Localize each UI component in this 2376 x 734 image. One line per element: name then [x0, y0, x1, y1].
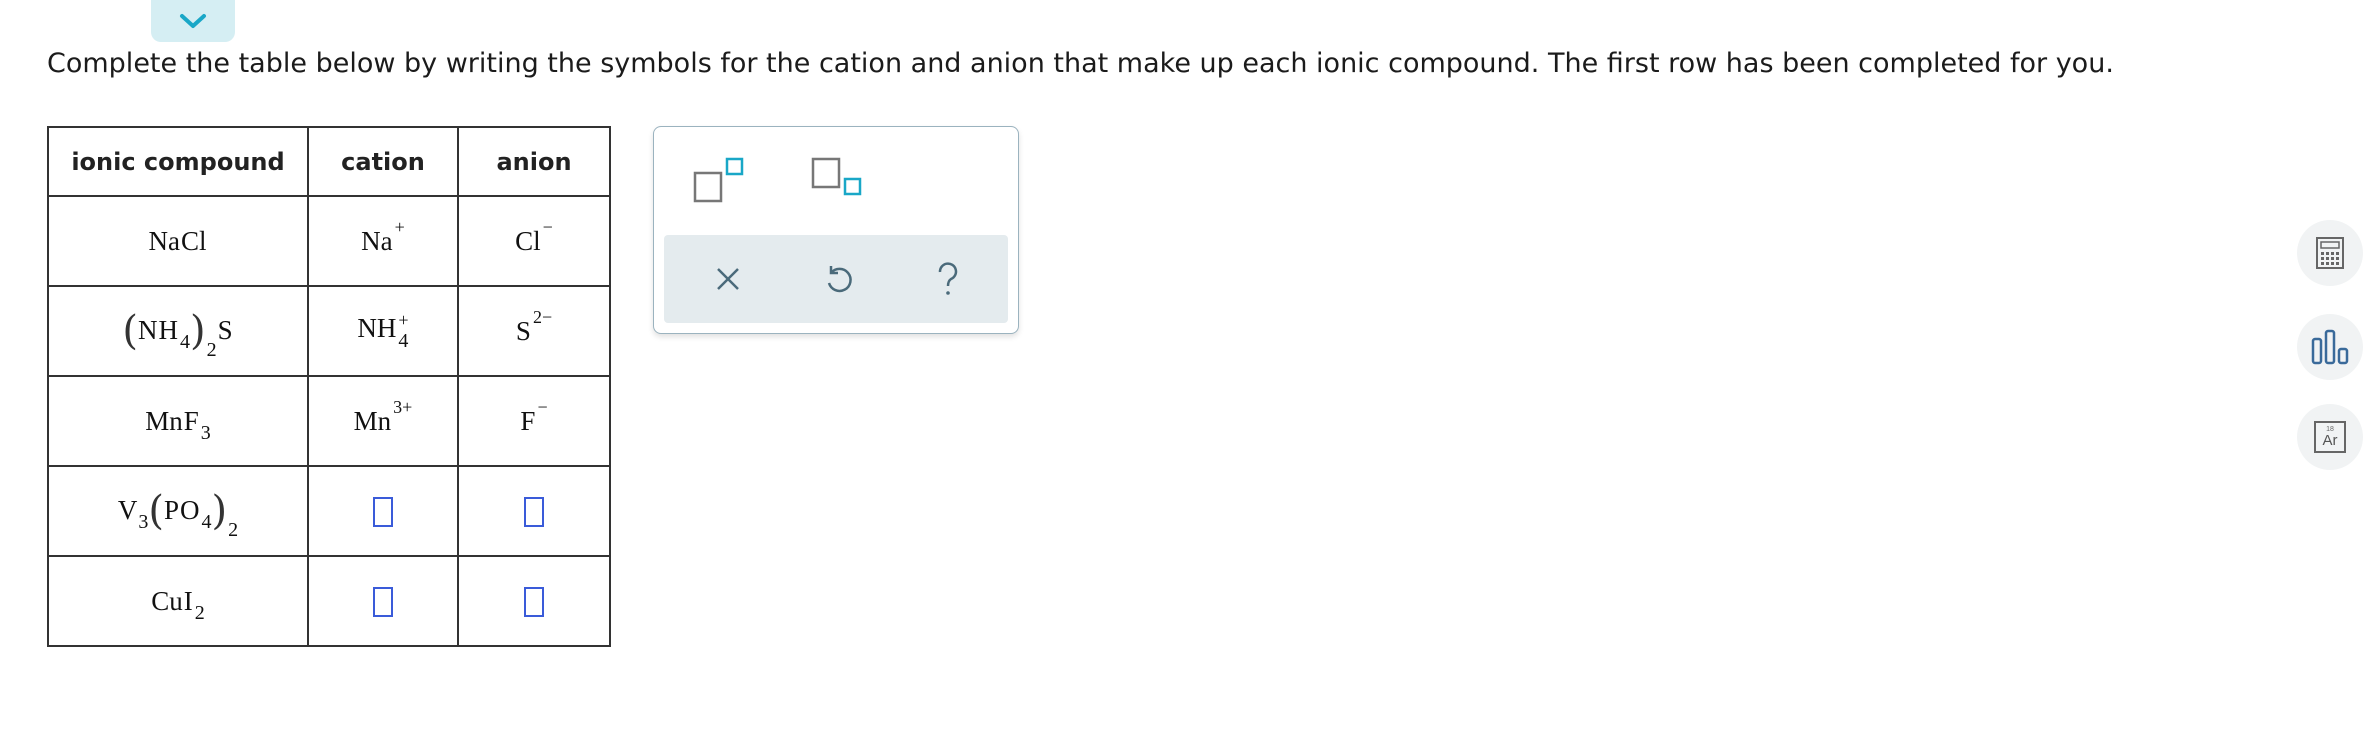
compound-cell: (NH 4)2S [47, 285, 309, 377]
cation-cell: Na + [307, 195, 459, 287]
compound-formula: NaCl [148, 225, 207, 256]
compound-formula: CuI 2 [151, 585, 205, 624]
help-button[interactable] [928, 259, 968, 299]
anion-cell: Cl − [457, 195, 611, 287]
calculator-icon [2316, 237, 2344, 269]
cation-formula: Na + [361, 216, 405, 256]
superscript-button[interactable] [692, 157, 748, 208]
cation-cell [307, 555, 459, 647]
undo-button[interactable] [818, 259, 858, 299]
anion-formula: Cl − [515, 216, 553, 256]
table-row: (NH 4)2S NH +4 S 2− [47, 285, 611, 377]
header-cation: cation [307, 126, 459, 197]
subscript-button[interactable] [810, 157, 866, 208]
cation-cell [307, 465, 459, 557]
cation-answer-input[interactable] [373, 587, 393, 618]
collapse-tab[interactable] [151, 0, 235, 42]
compound-formula: V3(PO 4)2 [117, 488, 239, 541]
clear-button[interactable] [708, 259, 748, 299]
compound-cell: CuI 2 [47, 555, 309, 647]
cation-formula: NH +4 [357, 310, 409, 352]
help-icon [938, 262, 958, 295]
cation-cell: Mn 3+ [307, 375, 459, 467]
palette-toolbar [664, 235, 1008, 323]
superscript-icon [693, 157, 744, 203]
anion-cell [457, 465, 611, 557]
header-ionic-compound: ionic compound [47, 126, 309, 197]
compound-cell: NaCl [47, 195, 309, 287]
chevron-down-icon [180, 14, 206, 28]
compound-formula: MnF 3 [145, 405, 211, 444]
table-row: NaCl Na + Cl − [47, 195, 611, 287]
periodic-table-icon: 18 Ar [2314, 421, 2346, 453]
cation-formula: Mn 3+ [353, 396, 413, 436]
anion-answer-input[interactable] [524, 497, 544, 528]
compound-cell: V3(PO 4)2 [47, 465, 309, 557]
chart-icon [2311, 329, 2349, 365]
undo-icon [827, 266, 852, 293]
instructions-text: Complete the table below by writing the … [47, 48, 2114, 79]
periodic-table-button[interactable]: 18 Ar [2297, 404, 2363, 470]
subscript-icon [811, 157, 862, 196]
table-header-row: ionic compound cation anion [47, 126, 611, 197]
anion-cell: S 2− [457, 285, 611, 377]
anion-formula: F − [520, 396, 548, 436]
anion-formula: S 2− [515, 306, 553, 346]
cation-answer-input[interactable] [373, 497, 393, 528]
cation-cell: NH +4 [307, 285, 459, 377]
chart-button[interactable] [2297, 314, 2363, 380]
anion-cell [457, 555, 611, 647]
calculator-button[interactable] [2297, 220, 2363, 286]
table-row: CuI 2 [47, 555, 611, 647]
compound-formula: (NH 4)2S [122, 308, 233, 361]
table-row: MnF 3 Mn 3+ F − [47, 375, 611, 467]
ionic-compound-table: ionic compound cation anion NaCl Na + Cl − [47, 126, 611, 647]
table-row: V3(PO 4)2 [47, 465, 611, 557]
clear-icon [717, 268, 739, 290]
anion-answer-input[interactable] [524, 587, 544, 618]
compound-cell: MnF 3 [47, 375, 309, 467]
formula-palette [653, 126, 1019, 334]
header-anion: anion [457, 126, 611, 197]
anion-cell: F − [457, 375, 611, 467]
